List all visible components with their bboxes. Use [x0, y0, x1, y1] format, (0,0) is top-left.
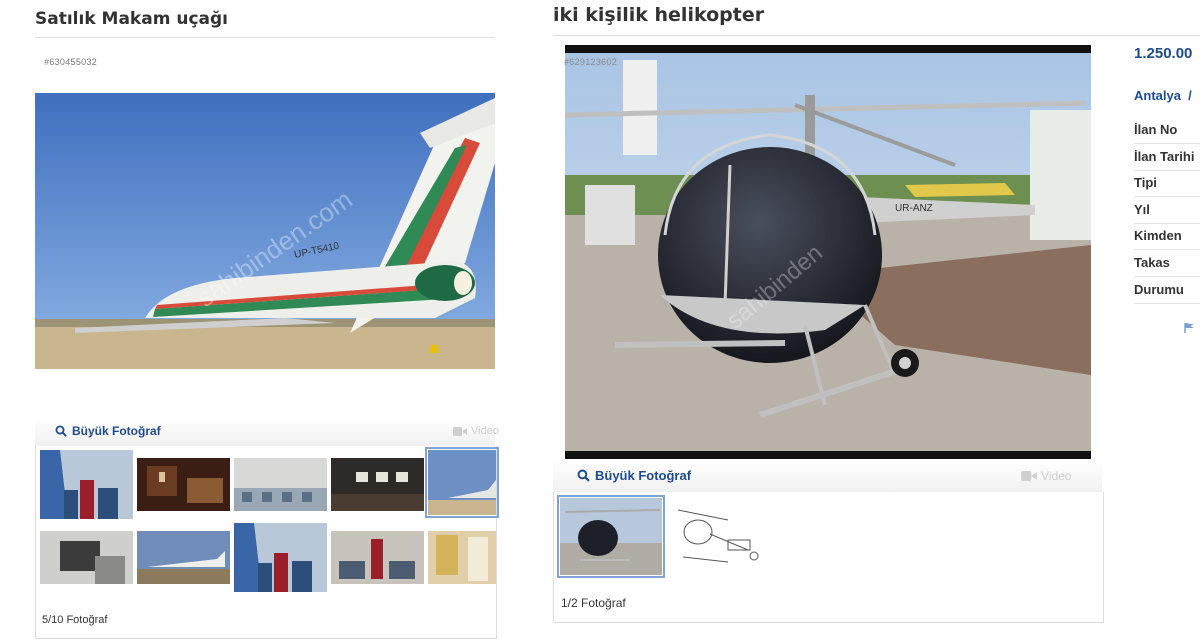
thumbnail-selected[interactable]	[557, 495, 665, 578]
listing-id: #630455032	[44, 57, 98, 67]
info-label: Kimden	[1134, 224, 1200, 251]
magnifier-icon	[55, 425, 67, 437]
thumbnail[interactable]	[234, 458, 327, 511]
title-divider	[553, 35, 1200, 36]
thumbnail-gallery: 5/10 Fotoğraf	[35, 446, 499, 639]
video-link[interactable]: Video	[453, 425, 499, 437]
video-label: Video	[471, 425, 499, 437]
flag-icon[interactable]	[1184, 322, 1195, 336]
thumbnail[interactable]	[137, 458, 230, 511]
photo-toolbar: Büyük Fotoğraf Video	[35, 418, 499, 447]
thumbnail[interactable]	[234, 523, 327, 592]
photo-count: 5/10 Fotoğraf	[42, 614, 108, 626]
location-link[interactable]: Antalya /	[1134, 88, 1192, 103]
magnifier-icon	[577, 469, 590, 482]
video-label: Video	[1041, 469, 1072, 483]
main-photo[interactable]: UR-ANZ sahibinden	[565, 45, 1091, 459]
info-label: Durumu	[1134, 278, 1200, 304]
registration-text: UR-ANZ	[895, 203, 933, 214]
thumbnail-selected[interactable]	[425, 447, 499, 518]
main-photo[interactable]: UP-T5410 sahibinden.com	[35, 93, 495, 369]
thumbnail[interactable]	[331, 458, 424, 511]
big-photo-button[interactable]: Büyük Fotoğraf	[577, 468, 691, 483]
thumbnail[interactable]	[668, 502, 772, 572]
video-camera-icon	[453, 426, 467, 436]
listing-title: iki kişilik helikopter	[553, 4, 765, 26]
info-label: Yıl	[1134, 198, 1200, 224]
left-listing: Satılık Makam uçağı #630455032 UP-T5410 …	[0, 0, 530, 640]
listing-id: #629123602	[564, 57, 618, 67]
info-label: Tipi	[1134, 171, 1200, 198]
info-label: İlan Tarihi	[1134, 145, 1200, 171]
title-divider	[35, 37, 495, 38]
right-listing: iki kişilik helikopter UR-ANZ sahibinden…	[538, 0, 1200, 640]
thumbnail-gallery: 1/2 Fotoğraf	[553, 492, 1104, 623]
photo-toolbar: Büyük Fotoğraf Video	[553, 460, 1102, 493]
thumbnail[interactable]	[331, 531, 424, 584]
big-photo-label: Büyük Fotoğraf	[72, 424, 161, 438]
big-photo-button[interactable]: Büyük Fotoğraf	[55, 424, 161, 438]
photo-count: 1/2 Fotoğraf	[561, 596, 626, 610]
thumbnail[interactable]	[40, 531, 133, 584]
video-link[interactable]: Video	[1021, 469, 1071, 483]
thumbnail[interactable]	[137, 531, 230, 584]
price: 1.250.00	[1134, 45, 1193, 62]
video-camera-icon	[1021, 471, 1037, 481]
big-photo-label: Büyük Fotoğraf	[595, 468, 692, 483]
listing-title: Satılık Makam uçağı	[35, 9, 228, 29]
thumbnail[interactable]	[428, 531, 496, 584]
info-label: İlan No	[1134, 118, 1200, 144]
info-label: Takas	[1134, 251, 1200, 277]
thumbnail[interactable]	[40, 450, 133, 519]
